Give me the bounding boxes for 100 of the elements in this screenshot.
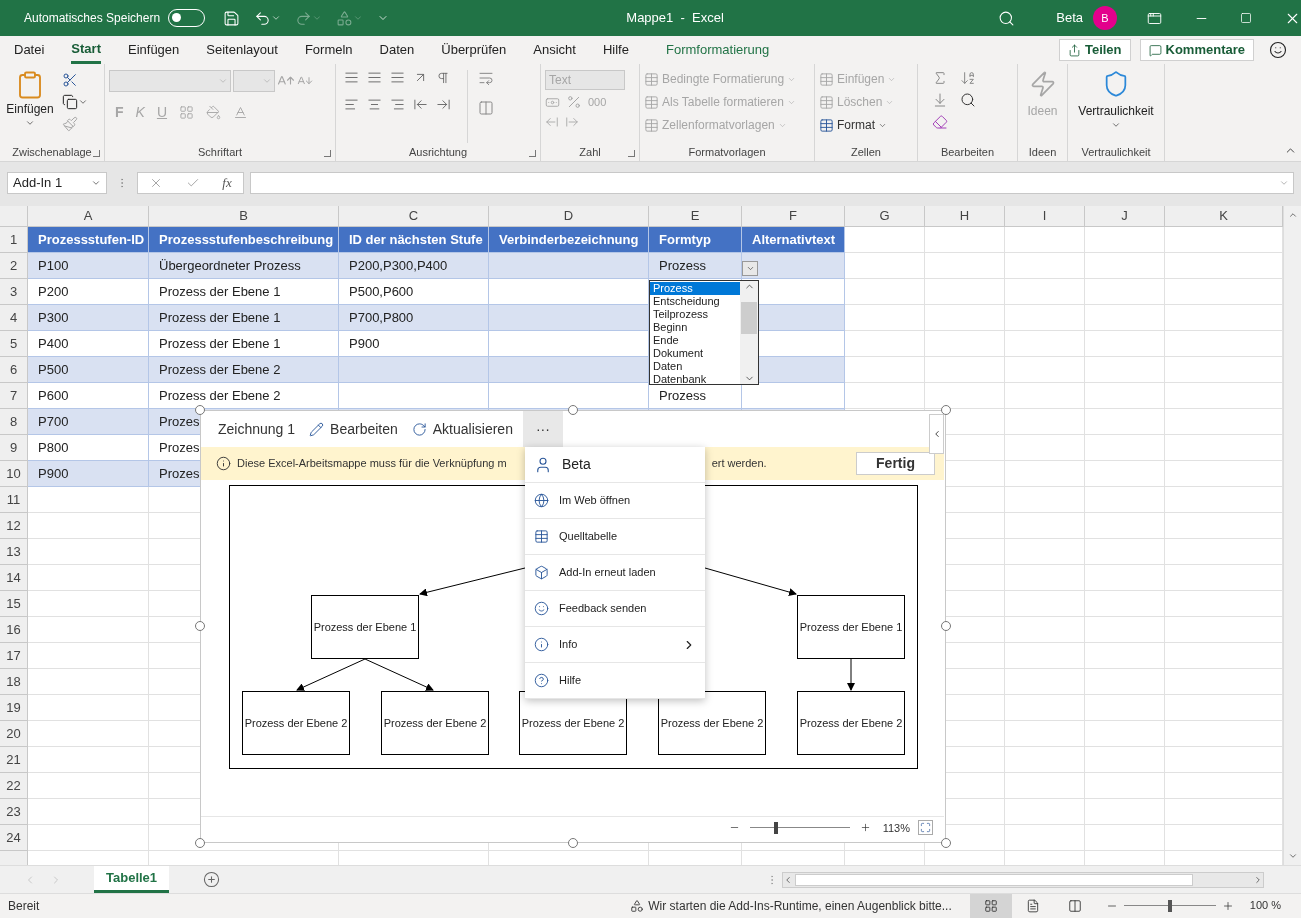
row-header[interactable]: 23 bbox=[0, 799, 28, 825]
ribbon-tab[interactable]: Ansicht bbox=[533, 36, 576, 64]
zoom-slider-thumb[interactable] bbox=[773, 821, 778, 834]
row-header[interactable]: 14 bbox=[0, 565, 28, 591]
dropdown-option[interactable]: Prozess bbox=[650, 282, 740, 295]
dropdown-option[interactable]: Teilprozess bbox=[650, 308, 740, 321]
resize-handle[interactable] bbox=[941, 838, 951, 848]
font-color-icon[interactable] bbox=[233, 105, 249, 120]
ribbon-tab[interactable]: Formeln bbox=[304, 36, 353, 64]
add-sheet-icon[interactable] bbox=[203, 871, 221, 888]
resize-handle[interactable] bbox=[941, 621, 951, 631]
name-box[interactable]: Add-In 1 bbox=[7, 172, 107, 194]
resize-handle[interactable] bbox=[195, 838, 205, 848]
row-header[interactable]: 17 bbox=[0, 643, 28, 669]
column-header[interactable]: I bbox=[1005, 206, 1085, 227]
resize-handle[interactable] bbox=[195, 621, 205, 631]
merge-cells-icon[interactable] bbox=[478, 100, 494, 116]
check-icon[interactable] bbox=[185, 176, 200, 190]
row-header[interactable]: 7 bbox=[0, 383, 28, 409]
more-button[interactable]: ··· bbox=[522, 411, 563, 447]
align-middle-icon[interactable] bbox=[367, 70, 382, 85]
ribbon-display-icon[interactable] bbox=[1147, 10, 1162, 26]
smiley-icon[interactable] bbox=[1269, 41, 1287, 59]
column-header[interactable]: G bbox=[845, 206, 925, 227]
maximize-icon[interactable] bbox=[1240, 12, 1252, 24]
undo-icon[interactable] bbox=[254, 9, 272, 27]
search-icon[interactable] bbox=[998, 9, 1016, 27]
comments-button[interactable]: Kommentare bbox=[1139, 39, 1254, 61]
menu-item[interactable]: Info bbox=[525, 627, 705, 663]
launcher-icon[interactable] bbox=[628, 150, 635, 157]
sort-icon[interactable] bbox=[960, 70, 976, 86]
zoom-in-icon[interactable] bbox=[859, 822, 871, 834]
row-header[interactable]: 18 bbox=[0, 669, 28, 695]
row-header[interactable]: 16 bbox=[0, 617, 28, 643]
zoom-in-icon[interactable] bbox=[1221, 899, 1234, 912]
column-header[interactable]: J bbox=[1085, 206, 1165, 227]
ribbon-tab[interactable]: Hilfe bbox=[602, 36, 629, 64]
menu-item[interactable]: Feedback senden bbox=[525, 591, 705, 627]
paste-button[interactable]: Einfügen bbox=[4, 70, 56, 143]
row-header[interactable]: 13 bbox=[0, 539, 28, 565]
done-button[interactable]: Fertig bbox=[856, 452, 935, 475]
fit-icon[interactable] bbox=[920, 822, 931, 834]
row-header[interactable]: 15 bbox=[0, 591, 28, 617]
dropdown-option[interactable]: Dokument bbox=[650, 347, 740, 360]
row-header[interactable]: 6 bbox=[0, 357, 28, 383]
ribbon-tab[interactable]: Seitenlayout bbox=[206, 36, 278, 64]
eraser-icon[interactable] bbox=[932, 114, 948, 130]
shapes-icon[interactable] bbox=[336, 9, 354, 27]
ribbon-tab[interactable]: Daten bbox=[379, 36, 415, 64]
copy-icon[interactable] bbox=[62, 94, 78, 110]
share-button[interactable]: Teilen bbox=[1058, 39, 1131, 61]
user-avatar[interactable]: B bbox=[1093, 6, 1117, 30]
sum-icon[interactable] bbox=[932, 70, 948, 86]
dropdown-option[interactable]: Ende bbox=[650, 334, 740, 347]
dropdown-option[interactable]: Beginn bbox=[650, 321, 740, 334]
scissors-icon[interactable] bbox=[62, 72, 78, 88]
search-icon[interactable] bbox=[960, 92, 976, 108]
formula-field[interactable] bbox=[250, 172, 1294, 194]
view-button[interactable] bbox=[969, 893, 1012, 918]
column-header[interactable]: H bbox=[925, 206, 1005, 227]
row-header[interactable]: 8 bbox=[0, 409, 28, 435]
zoom-slider-thumb[interactable] bbox=[1167, 899, 1172, 912]
horizontal-scrollbar[interactable] bbox=[782, 871, 1265, 888]
paintbrush-icon[interactable] bbox=[62, 116, 78, 132]
launcher-icon[interactable] bbox=[93, 150, 100, 157]
cells-button[interactable]: Format bbox=[819, 116, 897, 134]
dropdown-button[interactable] bbox=[742, 261, 758, 276]
row-header[interactable]: 2 bbox=[0, 253, 28, 279]
ribbon-tab[interactable]: Formformatierung bbox=[665, 36, 770, 64]
menu-item[interactable]: Quelltabelle bbox=[525, 519, 705, 555]
redo-icon[interactable] bbox=[295, 9, 313, 27]
ribbon-tab[interactable]: Einfügen bbox=[128, 36, 180, 64]
align-bottom-icon[interactable] bbox=[390, 70, 405, 85]
row-header[interactable]: 19 bbox=[0, 695, 28, 721]
menu-item[interactable]: Im Web öffnen bbox=[525, 483, 705, 519]
fill-color-icon[interactable] bbox=[206, 105, 222, 120]
refresh-button[interactable]: Aktualisieren bbox=[411, 418, 513, 440]
row-header[interactable]: 11 bbox=[0, 487, 28, 513]
align-top-icon[interactable] bbox=[344, 70, 359, 85]
row-header[interactable]: 24 bbox=[0, 825, 28, 851]
row-header[interactable]: 10 bbox=[0, 461, 28, 487]
dropdown-scrollbar[interactable] bbox=[740, 281, 758, 384]
row-header[interactable]: 21 bbox=[0, 747, 28, 773]
dropdown-option[interactable]: Daten bbox=[650, 360, 740, 373]
menu-item[interactable]: Add-In erneut laden bbox=[525, 555, 705, 591]
indent-increase-icon[interactable] bbox=[436, 97, 451, 112]
resize-handle[interactable] bbox=[568, 838, 578, 848]
align-left-icon[interactable] bbox=[344, 97, 359, 112]
vertical-scrollbar[interactable] bbox=[1283, 206, 1301, 865]
fill-down-icon[interactable] bbox=[932, 92, 948, 108]
resize-handle[interactable] bbox=[941, 405, 951, 415]
menu-item[interactable]: Hilfe bbox=[525, 663, 705, 699]
ribbon-tab[interactable]: Datei bbox=[14, 36, 45, 64]
launcher-icon[interactable] bbox=[324, 150, 331, 157]
text-direction-icon[interactable] bbox=[436, 70, 450, 85]
menu-item[interactable]: Beta bbox=[525, 447, 705, 483]
row-header[interactable]: 1 bbox=[0, 227, 28, 253]
ribbon-tab[interactable]: Überprüfen bbox=[441, 36, 507, 64]
sensitivity-button[interactable]: Vertraulichkeit bbox=[1072, 70, 1160, 143]
row-header[interactable]: 5 bbox=[0, 331, 28, 357]
